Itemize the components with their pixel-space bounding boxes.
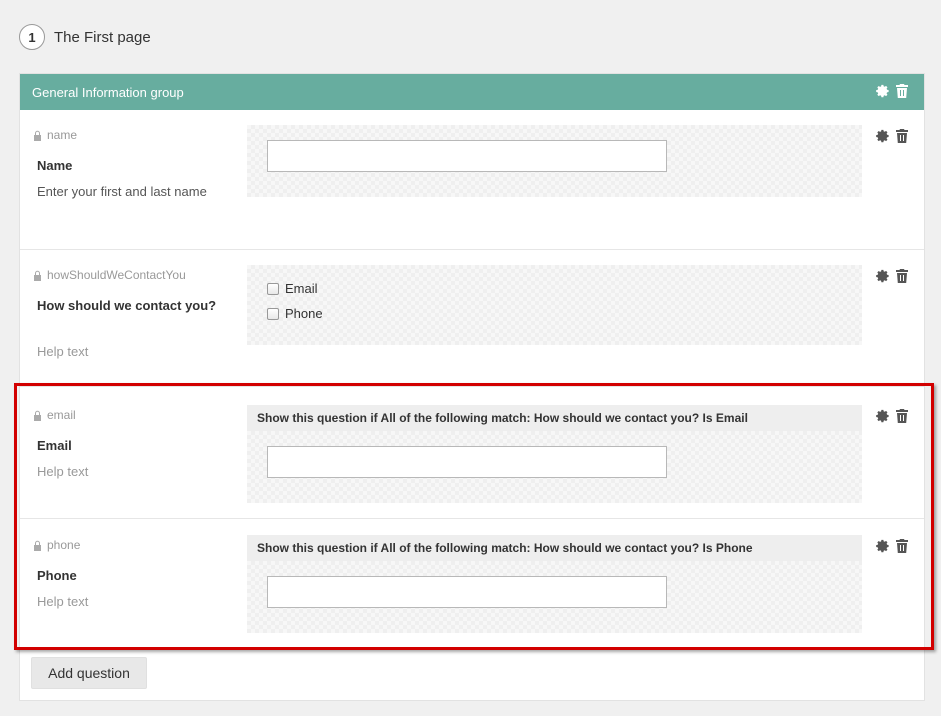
question-label: Email [37,438,72,453]
trash-icon[interactable] [896,84,908,98]
question-actions [876,269,908,283]
question-key: email [33,408,76,422]
checkbox-phone[interactable] [267,307,279,320]
option-email[interactable]: Email [267,281,318,296]
checkbox-email[interactable] [267,282,279,295]
option-phone[interactable]: Phone [267,306,323,321]
page-title: The First page [54,28,151,46]
answer-area [247,561,862,633]
display-condition: Show this question if All of the followi… [247,535,862,561]
lock-icon [34,270,41,281]
question-key: phone [33,538,80,552]
question-actions [876,539,908,553]
question-label: Phone [37,568,77,583]
lock-icon [34,130,41,141]
question-email: email Email Help text Show this question… [20,387,924,519]
lock-icon [34,540,41,551]
answer-area: Email Phone [247,265,862,345]
question-group: General Information group name Name Ente… [19,73,925,701]
gear-icon[interactable] [876,269,890,283]
question-key: howShouldWeContactYou [33,268,186,282]
question-label: Name [37,158,73,173]
trash-icon[interactable] [896,409,908,423]
question-how-should-we-contact-you: howShouldWeContactYou How should we cont… [20,250,924,387]
group-header: General Information group [20,74,924,110]
page-number-badge: 1 [19,24,45,50]
answer-area [247,125,862,197]
add-question-button[interactable]: Add question [31,657,147,689]
page-header: 1 The First page [19,24,151,50]
question-help-text: Help text [37,344,89,359]
question-help-text: Help text [37,464,89,479]
question-help-text: Enter your first and last name [37,184,207,199]
gear-icon[interactable] [876,409,890,423]
trash-icon[interactable] [896,129,908,143]
lock-icon [34,410,41,421]
question-label: How should we contact you? [37,298,217,313]
phone-text-input[interactable] [267,576,667,608]
group-title: General Information group [32,84,184,100]
trash-icon[interactable] [896,539,908,553]
question-actions [876,129,908,143]
question-help-text: Help text [37,594,89,609]
gear-icon[interactable] [876,539,890,553]
display-condition: Show this question if All of the followi… [247,405,862,431]
gear-icon[interactable] [876,84,890,98]
group-actions [876,84,908,98]
question-actions [876,409,908,423]
answer-area [247,431,862,503]
email-text-input[interactable] [267,446,667,478]
trash-icon[interactable] [896,269,908,283]
question-name: name Name Enter your first and last name [20,110,924,250]
question-key: name [33,128,77,142]
question-phone: phone Phone Help text Show this question… [20,519,924,647]
gear-icon[interactable] [876,129,890,143]
name-text-input[interactable] [267,140,667,172]
